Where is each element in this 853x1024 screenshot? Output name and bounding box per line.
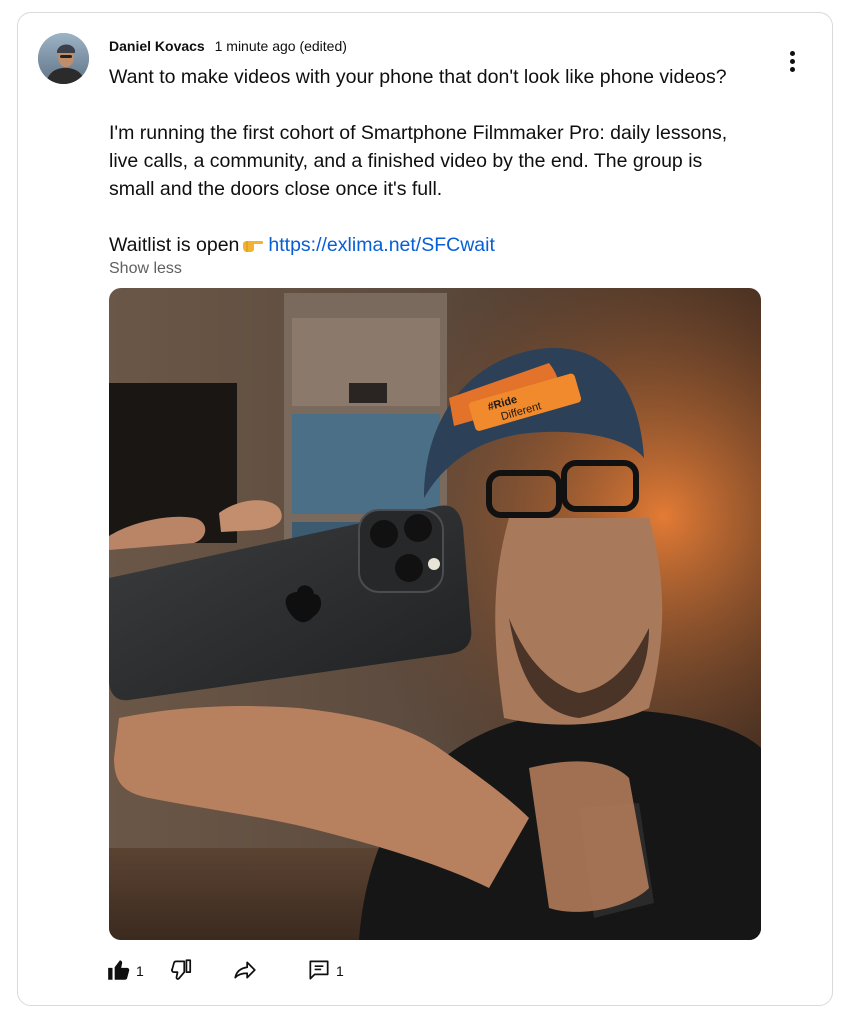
waitlist-line: Waitlist is open https://exlima.net/SFCwa…	[109, 231, 789, 261]
vertical-ellipsis-icon	[789, 50, 795, 56]
dislike-button[interactable]	[168, 956, 194, 986]
post-text-line: small and the doors close once it's full…	[109, 178, 443, 200]
post-meta: Daniel Kovacs 1 minute ago (edited)	[109, 37, 347, 55]
share-arrow-icon	[231, 957, 259, 986]
community-post-card: Daniel Kovacs 1 minute ago (edited) Want…	[17, 12, 833, 1006]
like-count: 1	[136, 963, 144, 979]
post-text: Want to make videos with your phone that…	[109, 63, 789, 261]
pointing-hand-emoji-icon	[242, 233, 264, 261]
thumbs-up-icon	[106, 957, 132, 986]
post-timestamp[interactable]: 1 minute ago (edited)	[215, 38, 347, 54]
waitlist-link[interactable]: https://exlima.net/SFCwait	[268, 234, 495, 256]
post-actions-bar: 1 1	[106, 956, 406, 986]
like-button[interactable]: 1	[106, 956, 144, 986]
post-text-line: live calls, a community, and a finished …	[109, 150, 703, 172]
share-button[interactable]	[231, 956, 259, 986]
post-text-line: Want to make videos with your phone that…	[109, 66, 727, 88]
thumbs-down-icon	[168, 957, 194, 986]
author-name[interactable]: Daniel Kovacs	[109, 38, 205, 54]
avatar[interactable]	[38, 33, 89, 84]
comment-button[interactable]: 1	[306, 956, 344, 986]
post-text-line: I'm running the first cohort of Smartpho…	[109, 122, 728, 144]
post-image[interactable]: #Ride Different	[109, 288, 761, 940]
comment-count: 1	[336, 963, 344, 979]
show-less-button[interactable]: Show less	[109, 260, 182, 278]
post-text-line: Waitlist is open	[109, 234, 240, 256]
comment-icon	[306, 957, 332, 986]
